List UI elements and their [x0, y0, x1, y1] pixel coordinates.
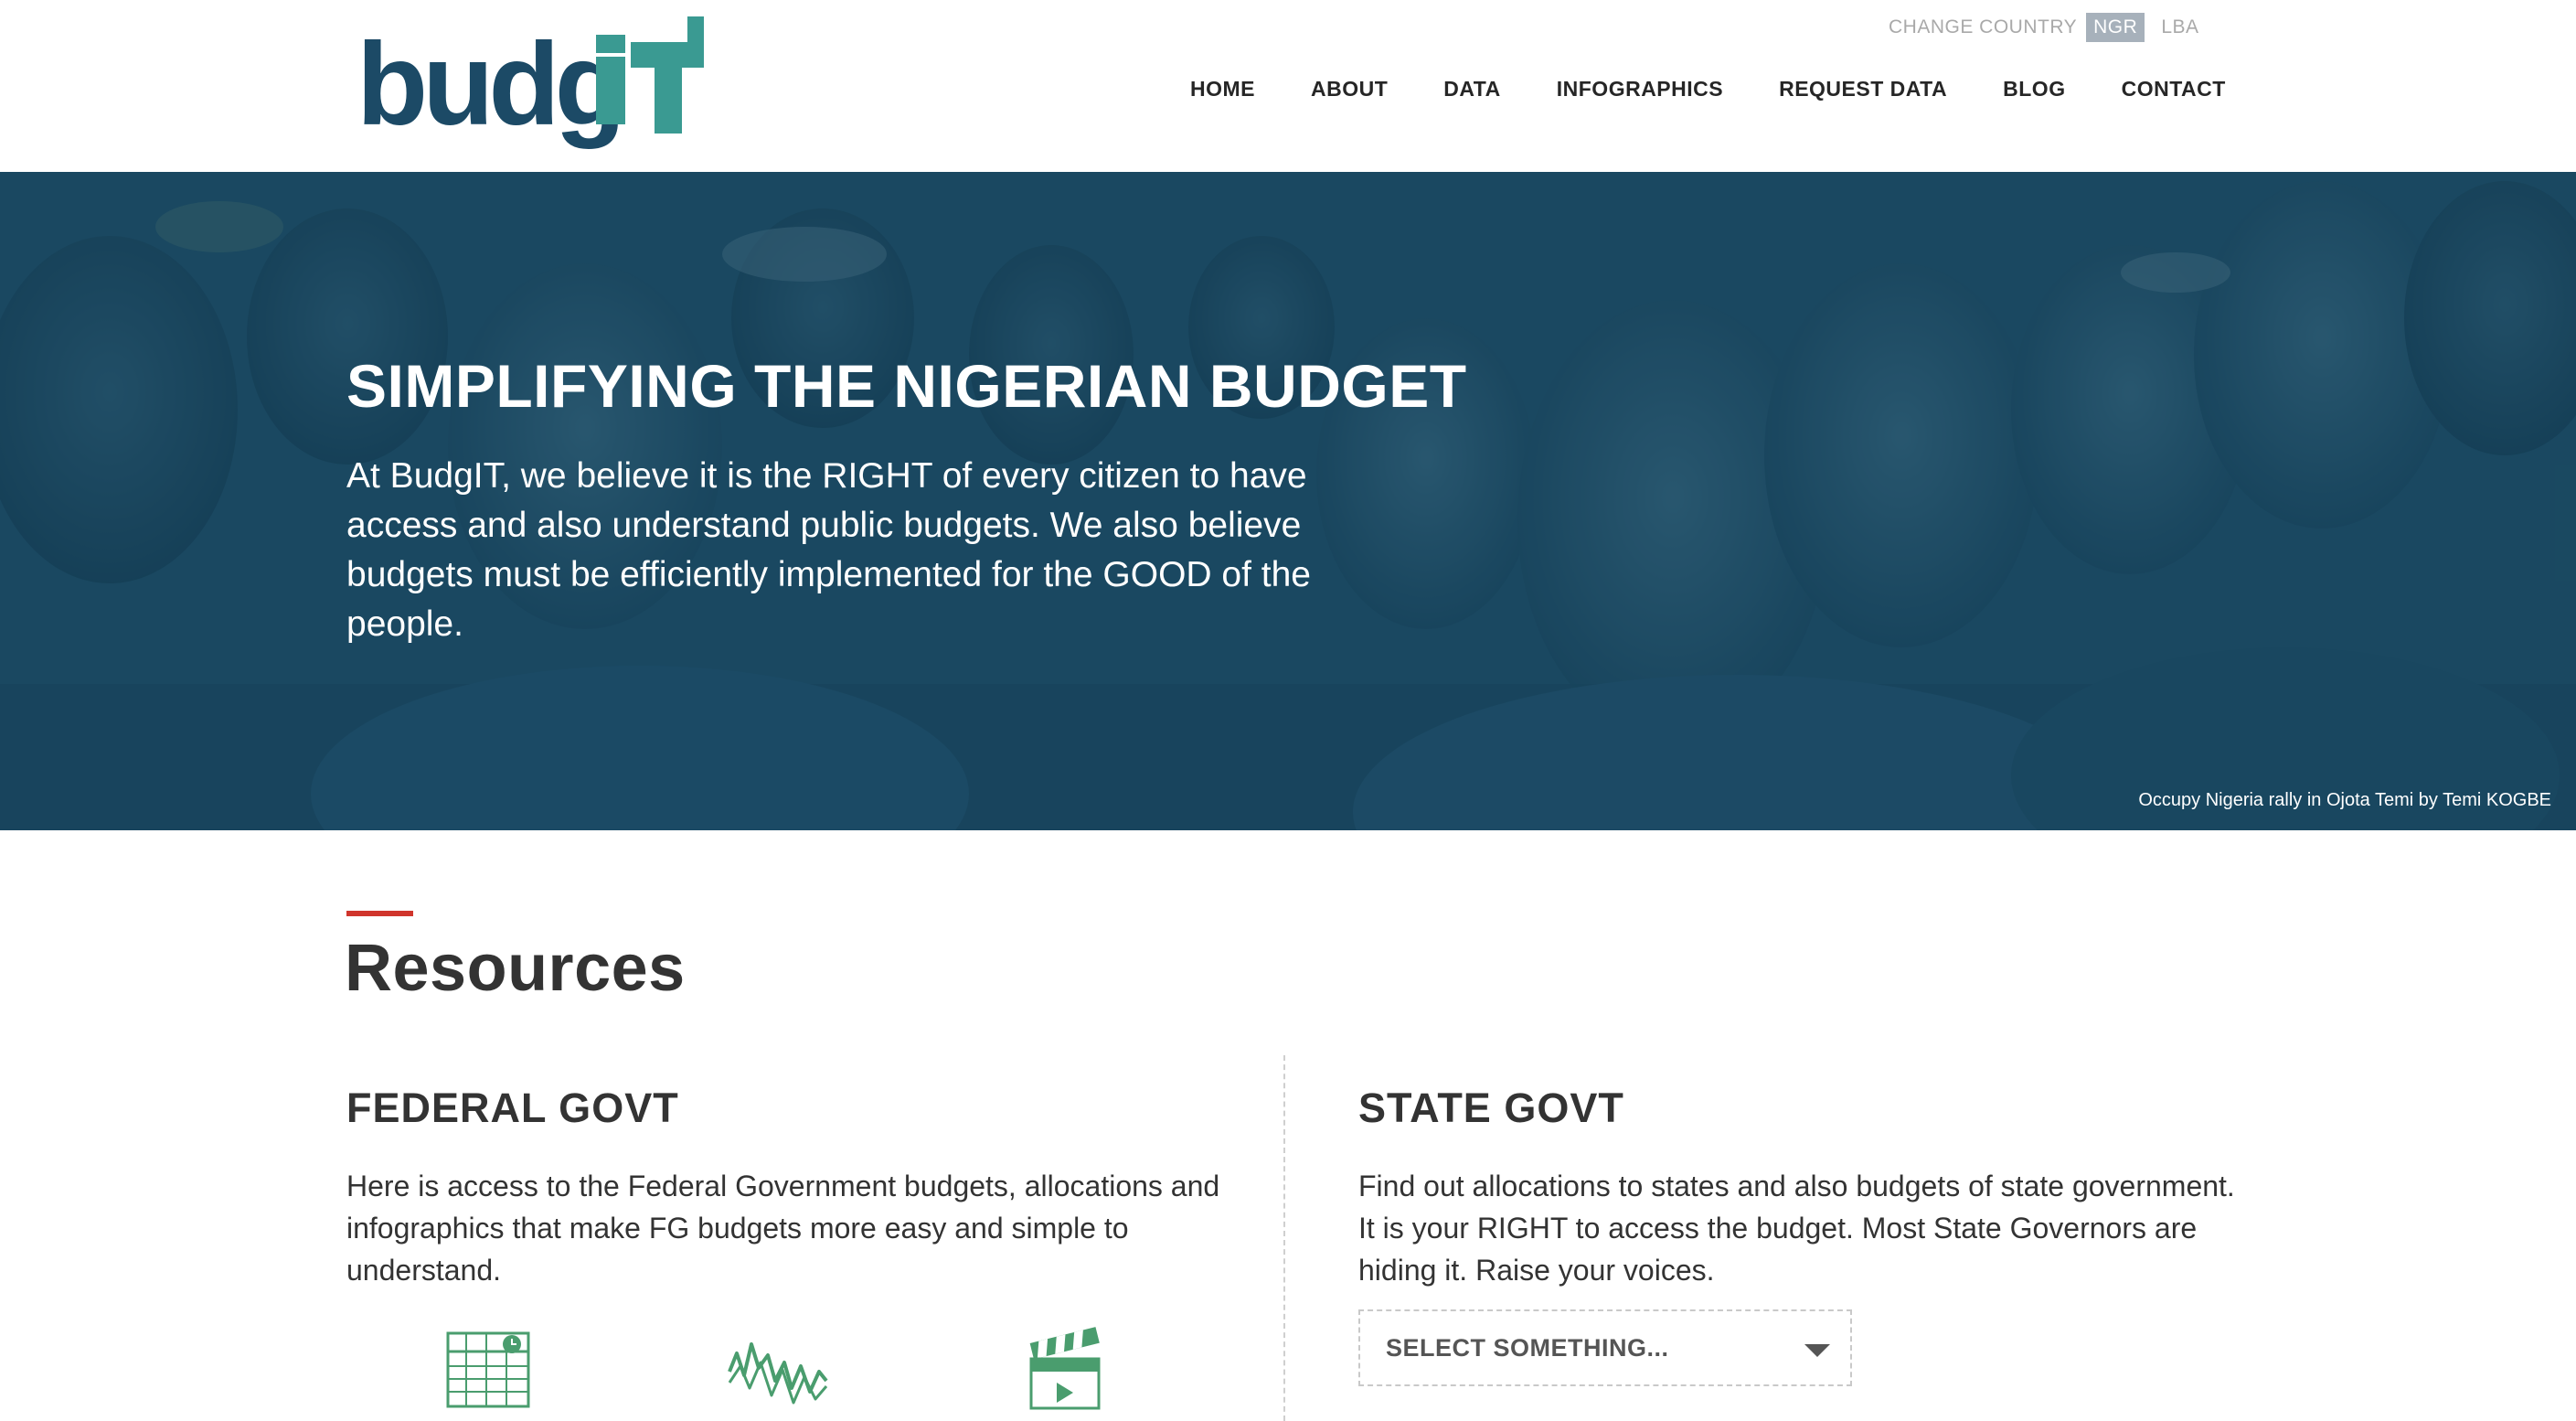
state-govt-text: Find out allocations to states and also … [1358, 1170, 2235, 1287]
hero-banner: SIMPLIFYING THE NIGERIAN BUDGET At BudgI… [0, 172, 2576, 830]
photo-credit-title[interactable]: Occupy Nigeria rally in Ojota Temi [2138, 790, 2413, 810]
state-govt-title: STATE GOVT [1358, 1084, 1624, 1131]
nav-home[interactable]: HOME [1190, 77, 1255, 102]
caret-down-icon [1804, 1344, 1830, 1357]
hero-title: SIMPLIFYING THE NIGERIAN BUDGET [346, 352, 1467, 420]
country-switcher: CHANGE COUNTRY NGR LBA [1889, 13, 2207, 42]
column-divider [1283, 1055, 1285, 1421]
photo-credit-author[interactable]: Temi KOGBE [2443, 790, 2551, 810]
section-accent-bar [346, 911, 413, 916]
photo-credit-by: by [2418, 790, 2438, 810]
state-select-value: SELECT SOMETHING... [1386, 1333, 1669, 1362]
hero-text: At BudgIT, we believe it is the RIGHT of… [346, 456, 1311, 644]
nav-about[interactable]: ABOUT [1311, 77, 1388, 102]
state-select-dropdown[interactable]: SELECT SOMETHING... [1358, 1309, 1852, 1386]
federal-govt-title: FEDERAL GOVT [346, 1084, 679, 1131]
budgit-logo[interactable]: budg [357, 16, 704, 149]
country-option-lba[interactable]: LBA [2154, 13, 2206, 42]
spreadsheet-icon[interactable] [446, 1331, 532, 1410]
federal-govt-text: Here is access to the Federal Government… [346, 1170, 1220, 1287]
resources-title: Resources [345, 932, 686, 1005]
change-country-label: CHANGE COUNTRY [1889, 16, 2078, 37]
nav-contact[interactable]: CONTACT [2122, 77, 2226, 102]
country-option-ngr[interactable]: NGR [2086, 13, 2145, 42]
line-chart-icon[interactable] [728, 1335, 828, 1410]
photo-credit: Occupy Nigeria rally in Ojota Temi by Te… [2138, 790, 2551, 811]
site-header: budg CHANGE COUNTRY NGR LBA HOME ABOUT D… [0, 0, 2576, 172]
nav-request-data[interactable]: REQUEST DATA [1779, 77, 1947, 102]
nav-infographics[interactable]: INFOGRAPHICS [1557, 77, 1723, 102]
main-nav: HOME ABOUT DATA INFOGRAPHICS REQUEST DAT… [1190, 77, 2226, 102]
video-icon[interactable] [1027, 1326, 1102, 1410]
nav-blog[interactable]: BLOG [2003, 77, 2065, 102]
nav-data[interactable]: DATA [1443, 77, 1500, 102]
svg-text:budg: budg [357, 19, 621, 149]
